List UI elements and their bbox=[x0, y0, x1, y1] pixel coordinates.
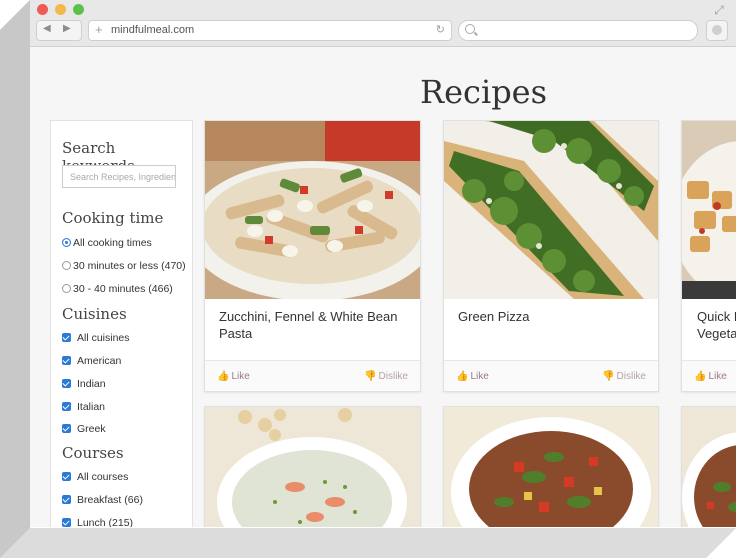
cuisine-option[interactable]: American bbox=[62, 355, 121, 367]
thumbs-down-icon: 👎 bbox=[364, 371, 377, 382]
card-footer: 👍 Like 👎 Dislike bbox=[205, 360, 420, 391]
course-option[interactable]: All courses bbox=[62, 471, 128, 483]
address-bar[interactable]: + mindfulmeal.com ↻ bbox=[88, 20, 452, 41]
option-label: All cuisines bbox=[77, 332, 130, 344]
recipe-card[interactable] bbox=[681, 406, 736, 527]
dislike-label: Dislike bbox=[378, 371, 408, 382]
cooking-time-heading: Cooking time bbox=[62, 209, 164, 227]
like-label: Like bbox=[708, 371, 727, 382]
stew-photo[interactable] bbox=[444, 407, 658, 527]
cuisine-option[interactable]: Greek bbox=[62, 423, 106, 435]
option-label: American bbox=[77, 355, 122, 367]
checkbox-checked-icon[interactable] bbox=[62, 518, 71, 527]
soup-photo[interactable] bbox=[205, 407, 420, 527]
thumbs-up-icon: 👍 bbox=[456, 371, 469, 382]
checkbox-checked-icon[interactable] bbox=[62, 472, 71, 481]
extension-icon bbox=[712, 25, 722, 35]
filter-sidebar: Search keywords Search Recipes, Ingredie… bbox=[50, 120, 193, 527]
recipe-title[interactable]: Zucchini, Fennel & White Bean Pasta bbox=[219, 308, 410, 342]
url-text: mindfulmeal.com bbox=[111, 24, 195, 36]
option-label: Breakfast (66) bbox=[77, 494, 143, 506]
browser-search-input[interactable] bbox=[458, 20, 698, 41]
recipe-card[interactable]: Quick P Vegeta 👍Like bbox=[681, 120, 736, 392]
checkbox-checked-icon[interactable] bbox=[62, 379, 71, 388]
recipe-search-input[interactable]: Search Recipes, Ingredients bbox=[62, 165, 176, 188]
thumbs-up-icon: 👍 bbox=[694, 371, 707, 382]
card-footer: 👍 Like 👎 Dislike bbox=[444, 360, 658, 391]
like-label: Like bbox=[470, 371, 489, 382]
extension-button[interactable] bbox=[706, 20, 728, 41]
cooking-time-option[interactable]: 30 - 40 minutes (466) bbox=[62, 283, 173, 295]
green-pizza-photo[interactable] bbox=[444, 121, 658, 299]
recipe-title[interactable]: Green Pizza bbox=[458, 308, 648, 325]
reload-icon[interactable]: ↻ bbox=[436, 23, 445, 36]
course-option[interactable]: Lunch (215) bbox=[62, 517, 133, 527]
course-option[interactable]: Breakfast (66) bbox=[62, 494, 143, 506]
browser-toolbar: ⤢ ◀ ▶ + mindfulmeal.com ↻ bbox=[30, 0, 736, 47]
checkbox-checked-icon[interactable] bbox=[62, 402, 71, 411]
recipe-title[interactable]: Quick P Vegeta bbox=[697, 308, 736, 342]
page-content: Recipes Search keywords Search Recipes, … bbox=[30, 47, 736, 527]
cuisine-option[interactable]: Italian bbox=[62, 401, 105, 413]
like-label: Like bbox=[231, 371, 250, 382]
option-label: Greek bbox=[77, 423, 106, 435]
dislike-label: Dislike bbox=[616, 371, 646, 382]
option-label: All courses bbox=[77, 471, 129, 483]
like-button[interactable]: 👍 Like bbox=[456, 371, 489, 382]
pasta-photo[interactable] bbox=[205, 121, 420, 299]
option-label: Lunch (215) bbox=[77, 517, 134, 527]
like-button[interactable]: 👍 Like bbox=[694, 371, 727, 382]
dislike-button[interactable]: 👎 Dislike bbox=[602, 371, 646, 382]
option-label: Indian bbox=[77, 378, 106, 390]
cuisines-heading: Cuisines bbox=[62, 305, 127, 323]
nav-buttons: ◀ ▶ bbox=[36, 20, 82, 41]
thumbs-up-icon: 👍 bbox=[217, 371, 230, 382]
search-icon bbox=[465, 24, 475, 34]
minimize-window-icon[interactable] bbox=[55, 4, 66, 15]
radio-icon[interactable] bbox=[62, 261, 71, 270]
back-icon[interactable]: ◀ bbox=[43, 23, 51, 34]
potato-photo[interactable] bbox=[682, 121, 736, 299]
cooking-time-option[interactable]: 30 minutes or less (470) bbox=[62, 260, 186, 272]
checkbox-checked-icon[interactable] bbox=[62, 424, 71, 433]
card-footer: 👍 Like bbox=[682, 360, 736, 391]
recipe-card[interactable]: Green Pizza 👍 Like 👎 Dislike bbox=[443, 120, 659, 392]
recipe-card[interactable]: Zucchini, Fennel & White Bean Pasta 👍 Lik… bbox=[204, 120, 421, 392]
recipe-card[interactable] bbox=[204, 406, 421, 527]
soup-photo[interactable] bbox=[682, 407, 736, 527]
recipe-card[interactable] bbox=[443, 406, 659, 527]
cuisine-option[interactable]: Indian bbox=[62, 378, 106, 390]
courses-heading: Courses bbox=[62, 444, 124, 462]
option-label: 30 - 40 minutes (466) bbox=[73, 283, 173, 295]
checkbox-checked-icon[interactable] bbox=[62, 333, 71, 342]
like-button[interactable]: 👍 Like bbox=[217, 371, 250, 382]
option-label: Italian bbox=[77, 401, 106, 413]
checkbox-checked-icon[interactable] bbox=[62, 495, 71, 504]
fullscreen-icon[interactable]: ⤢ bbox=[712, 3, 726, 17]
cooking-time-option[interactable]: All cooking times bbox=[62, 237, 152, 249]
dislike-button[interactable]: 👎 Dislike bbox=[364, 371, 408, 382]
radio-icon[interactable] bbox=[62, 284, 71, 293]
radio-selected-icon[interactable] bbox=[62, 238, 71, 247]
page-title: Recipes bbox=[420, 73, 548, 111]
checkbox-checked-icon[interactable] bbox=[62, 356, 71, 365]
option-label: 30 minutes or less (470) bbox=[73, 260, 186, 272]
option-label: All cooking times bbox=[73, 237, 152, 249]
thumbs-down-icon: 👎 bbox=[602, 371, 615, 382]
browser-window: ⤢ ◀ ▶ + mindfulmeal.com ↻ Recipes Search… bbox=[30, 0, 736, 527]
close-window-icon[interactable] bbox=[37, 4, 48, 15]
maximize-window-icon[interactable] bbox=[73, 4, 84, 15]
new-tab-icon[interactable]: + bbox=[95, 22, 103, 37]
forward-icon[interactable]: ▶ bbox=[63, 23, 71, 34]
cuisine-option[interactable]: All cuisines bbox=[62, 332, 130, 344]
